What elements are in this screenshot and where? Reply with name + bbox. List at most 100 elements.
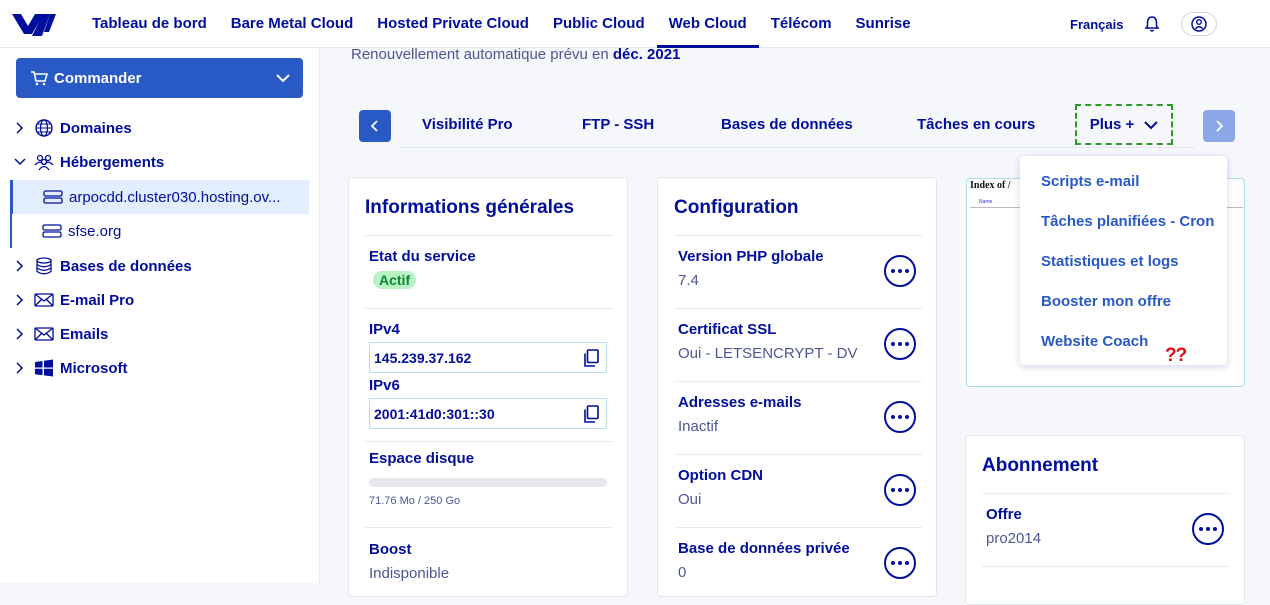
private-db-actions-button[interactable] bbox=[884, 547, 916, 579]
divider bbox=[365, 527, 613, 528]
sidebar-item-label: E-mail Pro bbox=[60, 291, 135, 309]
emails-value: Inactif bbox=[678, 418, 719, 435]
more-dropdown-menu: Scripts e-mail Tâches planifiées - Cron … bbox=[1020, 156, 1227, 366]
tabs-prev-button[interactable] bbox=[359, 110, 391, 142]
chevron-right-icon bbox=[16, 362, 24, 374]
service-state-label: Etat du service bbox=[369, 248, 476, 265]
renewal-info: Renouvellement automatique prévu en déc.… bbox=[351, 46, 680, 63]
ipv4-field[interactable]: 145.239.37.162 bbox=[369, 342, 607, 373]
divider bbox=[674, 454, 922, 455]
nav-public-cloud[interactable]: Public Cloud bbox=[541, 0, 657, 48]
emails-actions-button[interactable] bbox=[884, 401, 916, 433]
question-annotation: ?? bbox=[1165, 345, 1187, 366]
tab-ftp-ssh[interactable]: FTP - SSH bbox=[582, 116, 654, 133]
cdn-actions-button[interactable] bbox=[884, 474, 916, 506]
envelope-icon bbox=[34, 327, 54, 341]
tabs-next-button[interactable] bbox=[1203, 110, 1235, 142]
user-menu-button[interactable] bbox=[1181, 12, 1217, 36]
sidebar-hosting-sfse[interactable]: sfse.org bbox=[10, 214, 309, 248]
tab-visibilite-pro[interactable]: Visibilité Pro bbox=[422, 116, 513, 133]
menu-item-scripts-email[interactable]: Scripts e-mail bbox=[1041, 173, 1139, 190]
server-icon bbox=[42, 224, 62, 238]
general-info-card: Informations générales Etat du service A… bbox=[348, 177, 628, 597]
sidebar-item-emails[interactable]: Emails bbox=[0, 317, 320, 351]
configuration-title: Configuration bbox=[674, 197, 799, 218]
offer-label: Offre bbox=[986, 506, 1022, 523]
tab-plus[interactable]: Plus + bbox=[1075, 104, 1173, 145]
sidebar-item-label: Hébergements bbox=[60, 153, 165, 171]
envelope-icon bbox=[34, 293, 54, 307]
globe-icon bbox=[35, 119, 53, 137]
ipv4-value: 145.239.37.162 bbox=[374, 350, 472, 366]
sidebar-hosting-arpocdd[interactable]: arpocdd.cluster030.hosting.ov... bbox=[10, 180, 309, 214]
ssl-value: Oui - LETSENCRYPT - DV bbox=[678, 345, 858, 362]
sidebar-item-label: Domaines bbox=[60, 119, 132, 137]
database-icon bbox=[36, 257, 52, 275]
menu-item-website-coach[interactable]: Website Coach bbox=[1041, 333, 1148, 350]
ipv6-label: IPv6 bbox=[369, 377, 400, 394]
sidebar-item-hebergements[interactable]: Hébergements bbox=[0, 145, 320, 179]
nav-hosted-private-cloud[interactable]: Hosted Private Cloud bbox=[365, 0, 541, 48]
ssl-actions-button[interactable] bbox=[884, 328, 916, 360]
subscription-card: Abonnement Offre pro2014 bbox=[965, 435, 1245, 605]
php-version-label: Version PHP globale bbox=[678, 248, 824, 265]
divider bbox=[365, 235, 613, 236]
windows-icon bbox=[35, 359, 53, 377]
nav-tableau-de-bord[interactable]: Tableau de bord bbox=[80, 0, 219, 48]
chevron-down-icon bbox=[276, 74, 290, 83]
divider bbox=[674, 235, 922, 236]
offer-value: pro2014 bbox=[986, 530, 1042, 547]
bell-icon[interactable] bbox=[1144, 15, 1160, 33]
ipv6-value: 2001:41d0:301::30 bbox=[374, 406, 495, 422]
configuration-card: Configuration Version PHP globale 7.4 Ce… bbox=[657, 177, 937, 597]
boost-label: Boost bbox=[369, 541, 412, 558]
divider bbox=[674, 381, 922, 382]
ssl-label: Certificat SSL bbox=[678, 321, 777, 338]
disk-usage-text: 71.76 Mo / 250 Go bbox=[369, 495, 461, 507]
ipv4-label: IPv4 bbox=[369, 321, 400, 338]
divider bbox=[674, 308, 922, 309]
subscription-title: Abonnement bbox=[982, 455, 1099, 476]
chevron-right-icon bbox=[16, 122, 24, 134]
menu-item-stats-logs[interactable]: Statistiques et logs bbox=[1041, 253, 1179, 270]
tabs-underline bbox=[400, 147, 1195, 148]
preview-link: Name bbox=[979, 199, 993, 205]
divider bbox=[982, 566, 1230, 567]
chevron-left-icon bbox=[370, 120, 378, 132]
cdn-value: Oui bbox=[678, 491, 702, 508]
sidebar-item-email-pro[interactable]: E-mail Pro bbox=[0, 283, 320, 317]
divider bbox=[365, 308, 613, 309]
language-selector[interactable]: Français bbox=[1070, 17, 1123, 32]
private-db-label: Base de données privée bbox=[678, 540, 850, 557]
copy-icon[interactable] bbox=[583, 349, 599, 367]
nav-sunrise[interactable]: Sunrise bbox=[844, 0, 923, 48]
sidebar-hosting-label: sfse.org bbox=[68, 222, 122, 240]
disk-label: Espace disque bbox=[369, 450, 475, 467]
order-button[interactable]: Commander bbox=[16, 58, 303, 98]
boost-value: Indisponible bbox=[369, 565, 450, 582]
sidebar-item-bases-de-donnees[interactable]: Bases de données bbox=[0, 249, 320, 283]
ipv6-field[interactable]: 2001:41d0:301::30 bbox=[369, 398, 607, 429]
menu-item-booster[interactable]: Booster mon offre bbox=[1041, 293, 1171, 310]
sidebar-item-microsoft[interactable]: Microsoft bbox=[0, 351, 320, 385]
ovh-logo[interactable] bbox=[10, 12, 58, 38]
disk-usage-bar bbox=[369, 478, 607, 487]
sidebar-item-label: Emails bbox=[60, 325, 109, 343]
copy-icon[interactable] bbox=[583, 405, 599, 423]
status-badge: Actif bbox=[373, 271, 417, 289]
offer-actions-button[interactable] bbox=[1192, 513, 1224, 545]
chevron-down-icon bbox=[1144, 120, 1159, 129]
tab-bases-de-donnees[interactable]: Bases de données bbox=[721, 116, 853, 133]
server-icon bbox=[43, 190, 63, 204]
tab-taches-en-cours[interactable]: Tâches en cours bbox=[917, 116, 1035, 133]
menu-item-cron[interactable]: Tâches planifiées - Cron bbox=[1041, 213, 1214, 230]
general-info-title: Informations générales bbox=[365, 197, 575, 218]
nav-bare-metal-cloud[interactable]: Bare Metal Cloud bbox=[219, 0, 366, 48]
cdn-label: Option CDN bbox=[678, 467, 763, 484]
nav-web-cloud[interactable]: Web Cloud bbox=[656, 0, 759, 48]
top-navbar: Tableau de bord Bare Metal Cloud Hosted … bbox=[0, 0, 1270, 48]
sidebar-item-domaines[interactable]: Domaines bbox=[0, 111, 320, 145]
sidebar-hosting-label: arpocdd.cluster030.hosting.ov... bbox=[69, 188, 281, 206]
nav-telecom[interactable]: Télécom bbox=[759, 0, 844, 48]
php-actions-button[interactable] bbox=[884, 255, 916, 287]
